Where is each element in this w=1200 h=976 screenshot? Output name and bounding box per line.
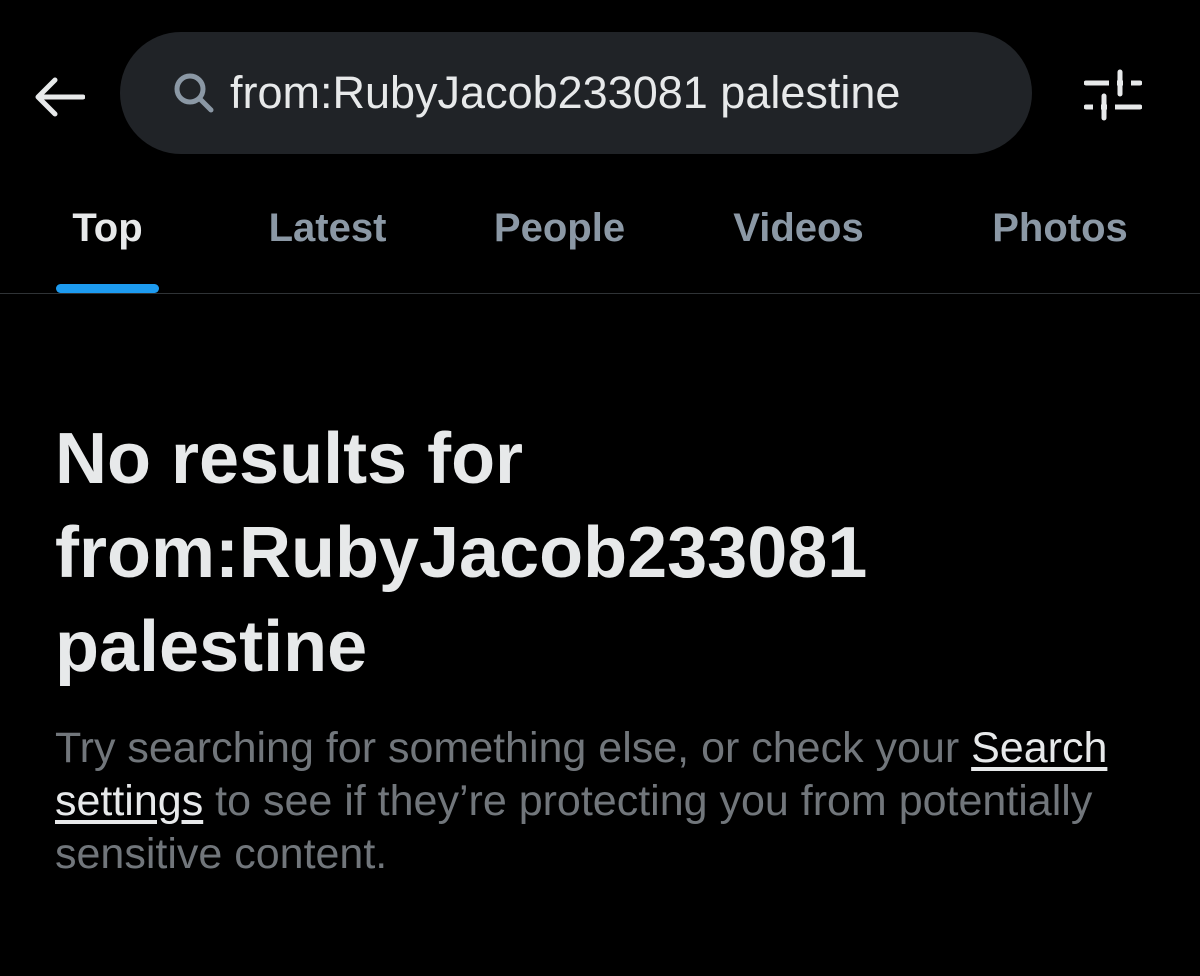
back-button[interactable] xyxy=(28,68,90,130)
arrow-left-icon xyxy=(33,77,86,122)
tab-latest[interactable]: Latest xyxy=(250,190,405,293)
empty-state-title: No results for from:RubyJacob233081 pales… xyxy=(55,412,1155,694)
empty-state: No results for from:RubyJacob233081 pales… xyxy=(55,412,1155,881)
empty-title-prefix: No results for xyxy=(55,419,524,499)
empty-desc-part2: to see if they’re protecting you from po… xyxy=(55,777,1093,878)
top-bar xyxy=(0,0,1200,190)
tab-videos[interactable]: Videos xyxy=(716,190,881,293)
active-tab-indicator xyxy=(56,284,159,293)
empty-state-description: Try searching for something else, or che… xyxy=(55,722,1155,881)
tab-top[interactable]: Top xyxy=(56,190,159,293)
empty-desc-part1: Try searching for something else, or che… xyxy=(55,724,972,772)
tab-photos[interactable]: Photos xyxy=(976,190,1144,293)
search-filter-button[interactable] xyxy=(1080,66,1146,128)
search-icon xyxy=(172,71,216,115)
sliders-icon xyxy=(1083,69,1143,126)
tab-people[interactable]: People xyxy=(478,190,641,293)
search-bar[interactable] xyxy=(120,32,1032,154)
empty-title-query: from:RubyJacob233081 palestine xyxy=(55,513,868,687)
search-input[interactable] xyxy=(230,67,1010,119)
search-tabs: Top Latest People Videos Photos xyxy=(0,190,1200,294)
